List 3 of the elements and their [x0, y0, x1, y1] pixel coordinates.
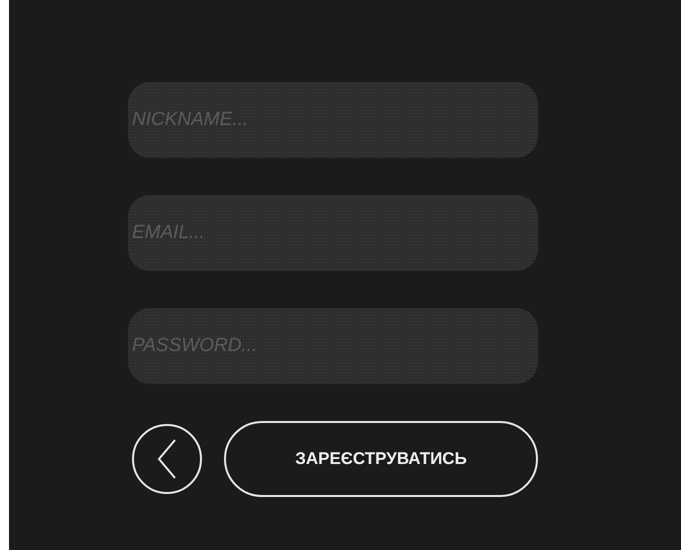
back-button[interactable] [132, 424, 202, 494]
chevron-left-icon [157, 439, 177, 479]
register-button[interactable]: ЗАРЕЄСТРУВАТИСЬ [224, 421, 538, 497]
